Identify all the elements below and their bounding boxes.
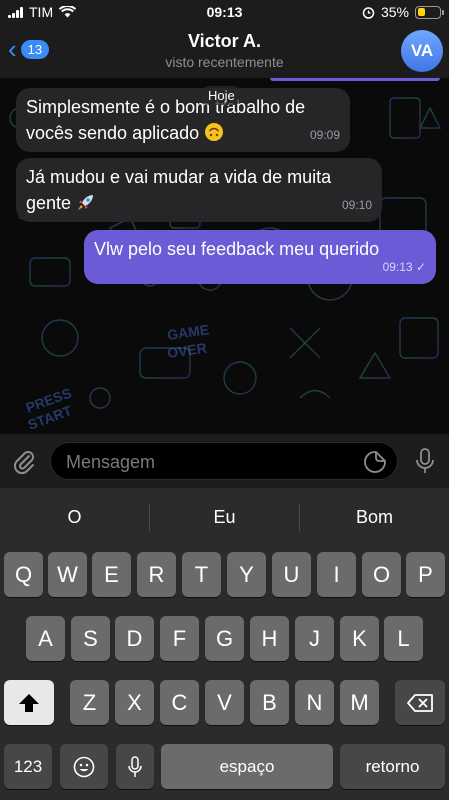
battery-icon: [415, 5, 444, 19]
suggestion-item[interactable]: Bom: [300, 507, 449, 528]
key-c[interactable]: C: [160, 680, 199, 725]
message-time: 09:09: [309, 128, 340, 142]
key-p[interactable]: P: [406, 552, 445, 597]
key-i[interactable]: I: [317, 552, 356, 597]
message-text: Simplesmente é o bom trabalho de: [26, 97, 306, 117]
key-e[interactable]: E: [92, 552, 131, 597]
sticker-icon[interactable]: [363, 450, 387, 474]
message-time: 09:10: [341, 198, 372, 212]
key-z[interactable]: Z: [70, 680, 109, 725]
key-s[interactable]: S: [71, 616, 110, 661]
message-bubble-incoming[interactable]: Já mudou e vai mudar a vida de muita gen…: [16, 158, 382, 222]
key-g[interactable]: G: [205, 616, 244, 661]
emoji-icon: [73, 756, 95, 777]
contact-name[interactable]: Victor A.: [0, 31, 449, 52]
message-bubble-outgoing[interactable]: Vlw pelo seu feedback meu querido 09:13 …: [84, 230, 436, 284]
emoji-key[interactable]: [60, 744, 108, 789]
space-key[interactable]: espaço: [161, 744, 333, 789]
key-a[interactable]: A: [26, 616, 65, 661]
avatar[interactable]: VA: [401, 30, 443, 72]
upside-down-face-emoji-icon: [205, 123, 224, 141]
check-icon: ✓: [415, 260, 426, 274]
message-input[interactable]: Mensagem: [50, 442, 398, 480]
alarm-icon: [362, 6, 375, 19]
message-composer: Mensagem: [0, 434, 449, 488]
key-b[interactable]: B: [250, 680, 289, 725]
key-r[interactable]: R: [137, 552, 176, 597]
key-y[interactable]: Y: [227, 552, 266, 597]
key-x[interactable]: X: [115, 680, 154, 725]
dictation-key[interactable]: [116, 744, 154, 789]
message-text: vocês sendo aplicado: [26, 123, 200, 143]
key-v[interactable]: V: [205, 680, 244, 725]
keyboard: O Eu Bom Q W E R T Y U I O P A S D F G H…: [0, 488, 449, 800]
paperclip-icon[interactable]: [10, 447, 38, 475]
suggestion-item[interactable]: O: [0, 507, 149, 528]
message-text: Vlw pelo seu feedback meu querido: [94, 239, 380, 259]
shift-arrow-icon: [19, 693, 39, 712]
svg-text:OVER: OVER: [166, 340, 208, 361]
microphone-icon[interactable]: [413, 447, 437, 475]
backspace-key[interactable]: [395, 680, 445, 725]
key-t[interactable]: T: [182, 552, 221, 597]
key-d[interactable]: D: [115, 616, 154, 661]
key-u[interactable]: U: [272, 552, 311, 597]
key-h[interactable]: H: [250, 616, 289, 661]
key-f[interactable]: F: [160, 616, 199, 661]
message-time: 09:13: [382, 260, 413, 274]
status-bar: TIM 09:13 35%: [0, 0, 449, 26]
key-o[interactable]: O: [362, 552, 401, 597]
chat-header: ‹ 13 Victor A. visto recentemente VA: [0, 26, 449, 78]
message-bubble-incoming[interactable]: Simplesmente é o bom trabalho de vocês s…: [16, 88, 350, 152]
key-w[interactable]: W: [48, 552, 87, 597]
previous-message-edge: [270, 78, 440, 81]
message-time-status: 09:13 ✓: [383, 254, 426, 280]
return-key[interactable]: retorno: [340, 744, 445, 789]
suggestion-item[interactable]: Eu: [150, 507, 299, 528]
key-n[interactable]: N: [295, 680, 334, 725]
shift-key[interactable]: [4, 680, 54, 725]
rocket-emoji-icon: [78, 195, 94, 210]
numbers-key[interactable]: 123: [4, 744, 52, 789]
key-q[interactable]: Q: [4, 552, 43, 597]
suggestion-bar: O Eu Bom: [0, 488, 449, 548]
key-m[interactable]: M: [340, 680, 379, 725]
battery-percent: 35%: [380, 4, 409, 20]
message-placeholder: Mensagem: [66, 452, 156, 472]
message-text: gente: [26, 193, 72, 213]
microphone-icon: [128, 755, 142, 777]
key-l[interactable]: L: [384, 616, 423, 661]
contact-status: visto recentemente: [165, 54, 284, 70]
message-text: Já mudou e vai mudar a vida de muita: [26, 167, 332, 187]
key-k[interactable]: K: [340, 616, 379, 661]
chat-area[interactable]: GAME OVER PRESS START Simplesmente é o b…: [0, 78, 449, 434]
backspace-icon: [407, 693, 433, 712]
date-separator: Hoje: [200, 86, 243, 105]
key-j[interactable]: J: [295, 616, 334, 661]
